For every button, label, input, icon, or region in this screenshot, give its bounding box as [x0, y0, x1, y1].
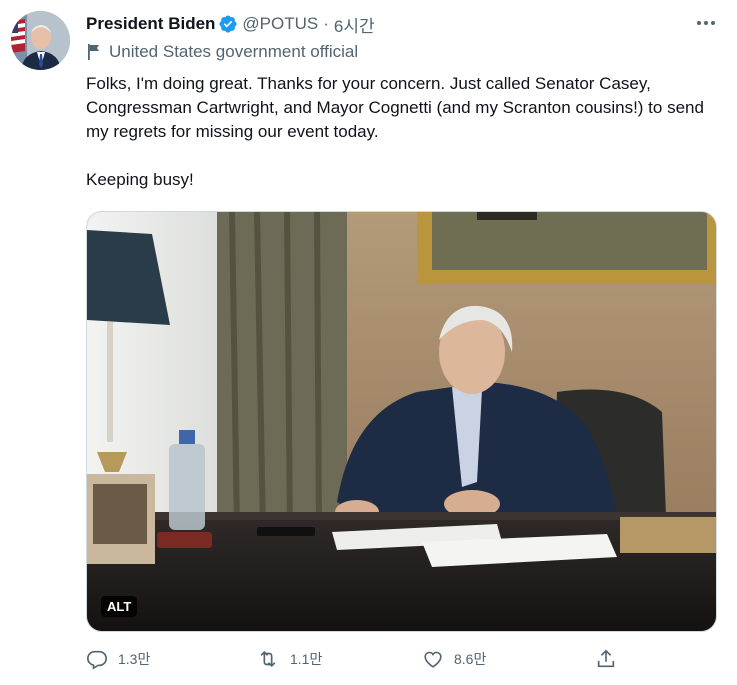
retweet-count: 1.1만 [290, 651, 323, 667]
action-bar: 1.3만 1.1만 8.6만 [86, 648, 646, 674]
retweet-icon [260, 650, 276, 668]
like-button[interactable]: 8.6만 [422, 648, 486, 670]
author-name[interactable]: President Biden [86, 14, 215, 34]
retweet-button[interactable]: 1.1만 [256, 648, 322, 670]
avatar[interactable] [11, 11, 70, 70]
tweet-paragraph: Keeping busy! [86, 170, 194, 189]
more-dots-icon[interactable] [695, 12, 717, 34]
reply-icon [87, 650, 107, 670]
verified-badge-icon [218, 14, 238, 34]
tweet-paragraph: Folks, I'm doing great. Thanks for your … [86, 74, 704, 141]
author-handle[interactable]: @POTUS [242, 14, 318, 34]
reply-count: 1.3만 [118, 651, 151, 667]
heart-icon [424, 651, 442, 668]
tweet-header: President Biden @POTUS · 6시간 [86, 12, 375, 36]
tweet-photo[interactable]: ALT [86, 211, 717, 632]
share-button[interactable] [595, 648, 627, 670]
flag-icon [88, 44, 99, 60]
reply-button[interactable]: 1.3만 [86, 648, 150, 670]
tweet-timestamp[interactable]: 6시간 [334, 12, 375, 37]
share-icon [597, 649, 615, 668]
like-count: 8.6만 [454, 651, 487, 667]
government-label-text: United States government official [109, 42, 359, 61]
government-label[interactable]: United States government official [86, 42, 358, 62]
alt-badge[interactable]: ALT [101, 596, 138, 617]
tweet-text: Folks, I'm doing great. Thanks for your … [86, 72, 726, 192]
separator-dot: · [323, 14, 329, 33]
